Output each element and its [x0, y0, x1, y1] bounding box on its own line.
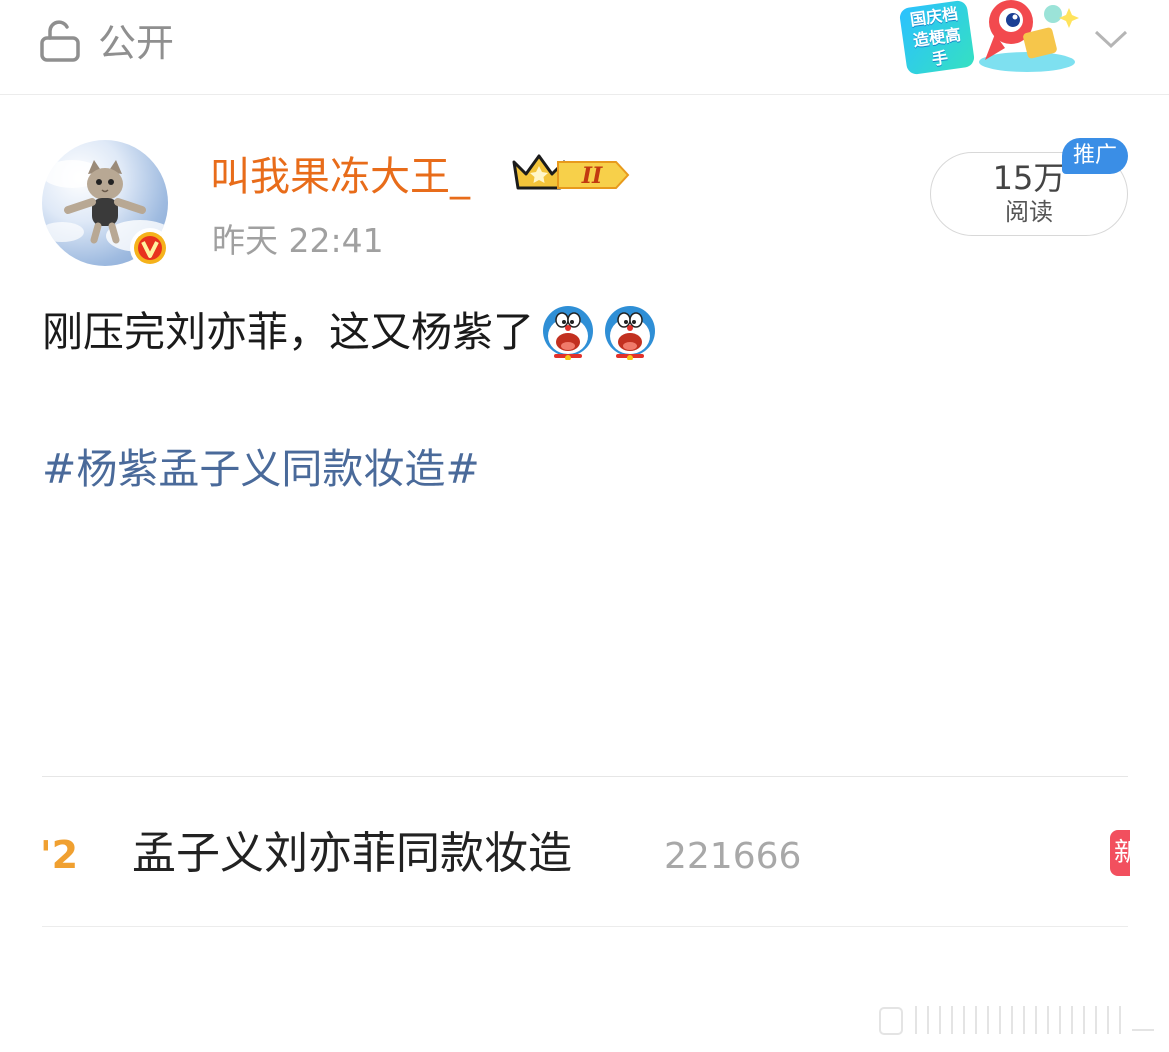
trend-count: 221666: [664, 836, 802, 877]
mascot-icon: [979, 0, 1079, 72]
festival-badge-text: 国庆档造梗高手: [898, 0, 976, 76]
trend-title[interactable]: 孟子义刘亦菲同款妆造: [132, 826, 572, 882]
visibility-label[interactable]: 公开: [98, 20, 174, 66]
top-bar: 公开 国庆档造梗高手: [0, 0, 1169, 95]
chevron-down-icon[interactable]: [1093, 24, 1129, 54]
doraemon-icon: [543, 306, 593, 360]
divider: [42, 776, 1128, 777]
reads-label: 阅读: [1005, 198, 1053, 226]
member-level: II: [581, 163, 603, 189]
verified-badge-icon: [130, 228, 170, 268]
lock-icon: [40, 20, 80, 62]
trend-rank: '2: [40, 833, 79, 877]
promote-badge[interactable]: 推广: [1062, 138, 1128, 174]
post-text: 刚压完刘亦菲，这又杨紫了: [42, 308, 534, 356]
new-badge: 新: [1110, 830, 1130, 876]
hashtag-link[interactable]: #杨紫孟子义同款妆造#: [42, 442, 480, 496]
festival-badge[interactable]: 国庆档造梗高手: [895, 0, 1085, 76]
doraemon-icon: [605, 306, 655, 360]
divider: [42, 926, 1128, 927]
author-name[interactable]: 叫我果冻大王_: [210, 152, 470, 202]
vip-crown-icon[interactable]: II: [512, 154, 630, 196]
watermark: [879, 1006, 1154, 1035]
post-timestamp: 昨天 22:41: [212, 221, 384, 260]
post-content: 刚压完刘亦菲，这又杨紫了: [42, 304, 658, 360]
